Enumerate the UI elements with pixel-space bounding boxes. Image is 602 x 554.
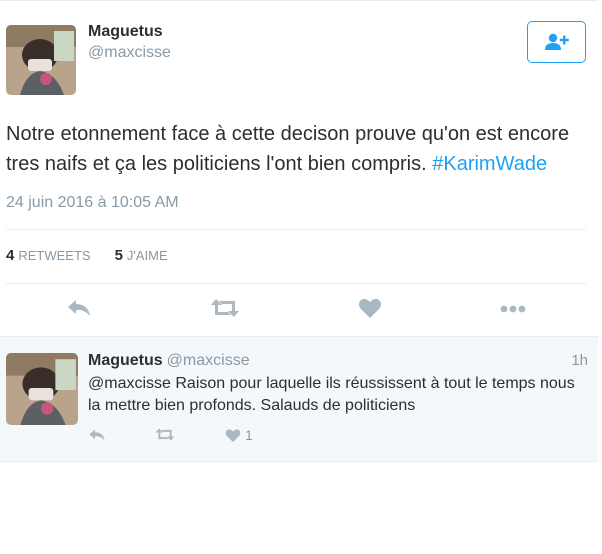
tweet-timestamp[interactable]: 24 juin 2016 à 10:05 AM: [6, 194, 179, 212]
reply-time[interactable]: 1h: [571, 352, 588, 369]
reply-button[interactable]: [66, 297, 92, 324]
reply-author-handle[interactable]: @maxcisse: [167, 352, 250, 369]
follow-button[interactable]: [527, 21, 586, 63]
reply-tweet[interactable]: Maguetus @maxcisse 1h @maxcisse Raison po…: [0, 336, 598, 462]
retweets-label: RETWEETS: [18, 248, 91, 263]
divider: [6, 229, 586, 230]
tweet-stats: 4 RETWEETS 5 J'AIME: [6, 247, 168, 264]
retweets-stat[interactable]: 4 RETWEETS: [6, 247, 91, 264]
reply-author-name[interactable]: Maguetus: [88, 352, 163, 369]
retweet-icon: [211, 299, 239, 317]
follow-user-icon: [544, 33, 569, 50]
reply-like-button[interactable]: 1: [225, 427, 253, 443]
retweets-count: 4: [6, 247, 15, 264]
reply-avatar[interactable]: [6, 353, 78, 425]
reply-reply-button[interactable]: [88, 427, 106, 443]
reply-retweet-button[interactable]: [155, 427, 175, 442]
more-dots-icon: [500, 305, 526, 313]
divider: [6, 283, 586, 284]
reply-text: @maxcisse Raison pour laquelle ils réuss…: [88, 375, 575, 414]
author-name[interactable]: Maguetus: [88, 23, 163, 41]
author-handle[interactable]: @maxcisse: [88, 44, 171, 62]
author-avatar[interactable]: [6, 25, 76, 95]
hashtag-link[interactable]: #KarimWade: [432, 153, 547, 175]
like-heart-icon: [359, 298, 381, 318]
reply-icon: [68, 300, 90, 316]
tweet-card: Maguetus @maxcisse Notre etonnement face…: [0, 0, 598, 334]
tweet-text: Notre etonnement face à cette decison pr…: [6, 119, 591, 179]
reply-like-count: 1: [245, 427, 253, 443]
likes-stat[interactable]: 5 J'AIME: [115, 247, 168, 264]
retweet-button[interactable]: [210, 297, 240, 324]
reply-icon: [89, 429, 105, 441]
reply-author[interactable]: Maguetus @maxcisse: [88, 352, 250, 370]
more-button[interactable]: [499, 297, 527, 324]
likes-label: J'AIME: [126, 248, 168, 263]
like-heart-icon: [225, 428, 241, 442]
like-button[interactable]: [358, 297, 382, 324]
likes-count: 5: [114, 247, 123, 264]
retweet-icon: [155, 428, 175, 441]
